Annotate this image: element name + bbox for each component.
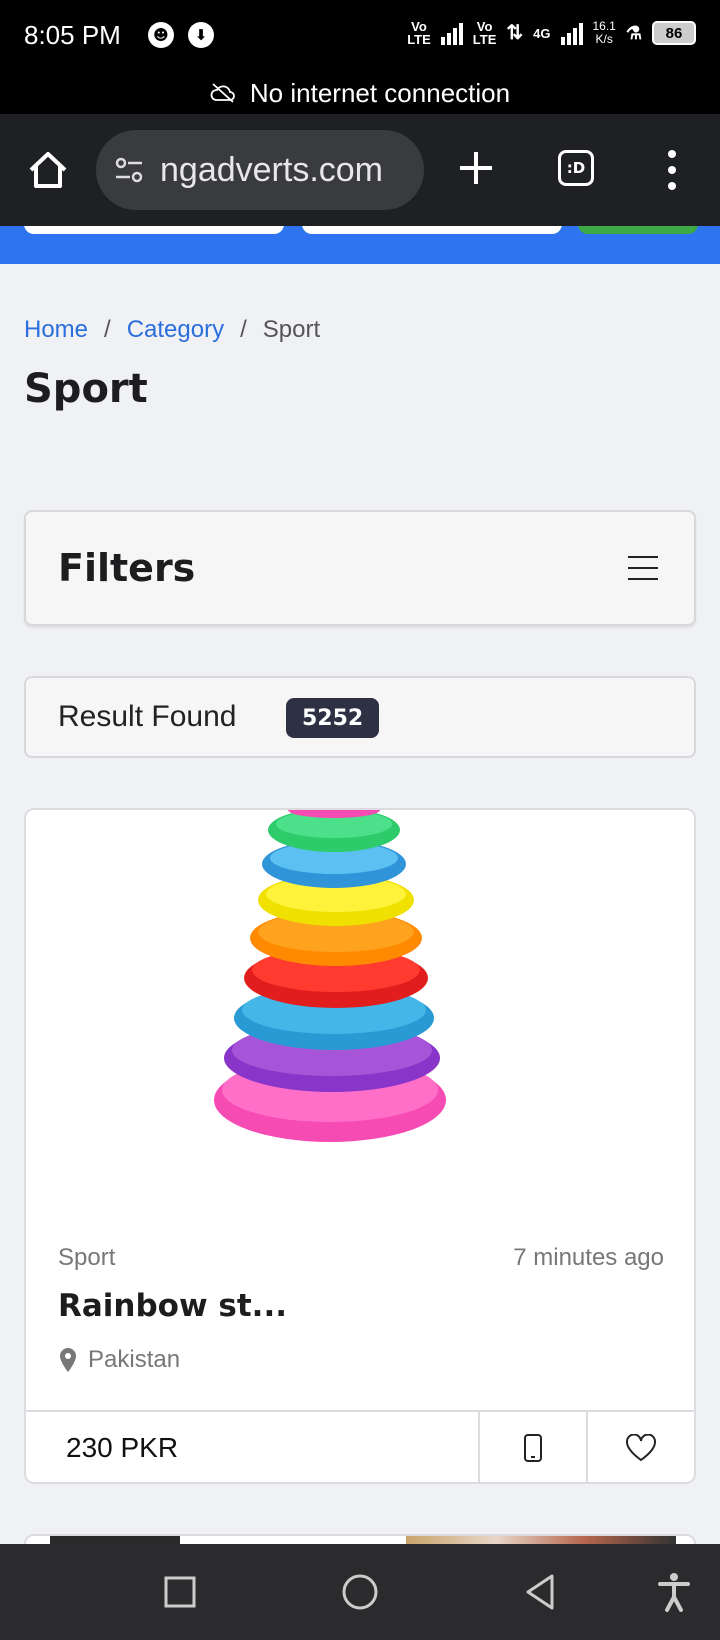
breadcrumb-category-link[interactable]: Category xyxy=(127,316,224,344)
filters-panel[interactable]: Filters xyxy=(24,510,696,626)
product-time: 7 minutes ago xyxy=(513,1244,664,1271)
product-card[interactable]: Sport 7 minutes ago Rainbow st... Pakist… xyxy=(24,808,696,1484)
flask-icon: ⚗ xyxy=(625,22,642,43)
product-price: 230 PKR xyxy=(66,1432,179,1463)
result-label: Result Found xyxy=(58,700,237,733)
header-button[interactable] xyxy=(578,226,698,234)
home-nav-icon[interactable] xyxy=(338,1570,382,1614)
signal-icon xyxy=(440,21,463,45)
download-icon: ⬇ xyxy=(188,22,214,48)
product-category: Sport xyxy=(58,1244,116,1271)
recent-apps-icon[interactable] xyxy=(158,1570,202,1614)
location-text: Pakistan xyxy=(88,1346,181,1373)
new-tab-icon[interactable] xyxy=(456,148,496,188)
menu-icon[interactable] xyxy=(628,556,658,580)
signal-icon xyxy=(560,21,583,45)
net-speed: 16.1 K/s xyxy=(593,20,616,46)
battery-icon: 86 xyxy=(652,21,696,45)
call-button[interactable] xyxy=(478,1412,586,1482)
address-bar[interactable]: ngadverts.com xyxy=(96,130,424,210)
network-type: 4G xyxy=(533,27,550,40)
breadcrumb-current: Sport xyxy=(262,316,321,343)
product-location: Pakistan xyxy=(58,1346,180,1374)
snapchat-icon: ☻ xyxy=(148,22,174,48)
site-header-strip xyxy=(0,226,720,264)
url-text[interactable]: ngadverts.com xyxy=(160,151,383,190)
battery-level: 86 xyxy=(665,24,683,42)
system-nav-bar xyxy=(0,1544,720,1640)
offline-text: No internet connection xyxy=(249,77,511,108)
site-settings-icon[interactable] xyxy=(112,153,146,187)
breadcrumb-home-link[interactable]: Home xyxy=(24,316,88,344)
home-icon[interactable] xyxy=(26,148,70,192)
heart-icon xyxy=(626,1434,656,1462)
network-label: 4G xyxy=(533,25,551,41)
offline-banner: No internet connection xyxy=(0,72,720,114)
phone-icon xyxy=(524,1434,542,1462)
product-footer: 230 PKR xyxy=(26,1410,694,1482)
product-image[interactable] xyxy=(26,810,694,1200)
browser-toolbar: ngadverts.com :D xyxy=(0,114,720,226)
header-field[interactable] xyxy=(24,226,284,234)
filters-title: Filters xyxy=(58,546,196,590)
location-pin-icon xyxy=(60,1348,76,1372)
status-time: 8:05 PM xyxy=(24,20,121,50)
status-bar: 8:05 PM ☻ ⬇ Vo LTE Vo LTE ⇅ 4G 16.1 K/s ⚗ … xyxy=(0,0,720,72)
volte-icon: Vo LTE xyxy=(472,19,497,47)
cloud-off-icon xyxy=(210,83,235,103)
notification-icons: ☻ ⬇ xyxy=(148,22,214,48)
breadcrumb-separator: / xyxy=(104,316,111,343)
breadcrumb: Home / Category / Sport xyxy=(24,316,320,344)
volte-icon: Vo LTE xyxy=(407,19,431,47)
back-icon[interactable] xyxy=(518,1570,562,1614)
breadcrumb-separator: / xyxy=(240,316,247,343)
favorite-button[interactable] xyxy=(586,1412,694,1482)
product-title[interactable]: Rainbow st... xyxy=(58,1288,287,1324)
more-menu-icon[interactable] xyxy=(660,146,684,194)
page-title: Sport xyxy=(24,366,148,412)
system-indicators: Vo LTE Vo LTE ⇅ 4G 16.1 K/s ⚗ 86 xyxy=(407,20,696,46)
result-count-badge: 5252 xyxy=(286,698,380,738)
header-field[interactable] xyxy=(302,226,562,234)
result-summary: Result Found 5252 xyxy=(24,676,696,758)
speed-unit: K/s xyxy=(595,32,613,46)
accessibility-icon[interactable] xyxy=(652,1570,696,1614)
tab-switcher-button[interactable]: :D xyxy=(558,150,594,186)
data-arrows-icon: ⇅ xyxy=(506,21,524,44)
